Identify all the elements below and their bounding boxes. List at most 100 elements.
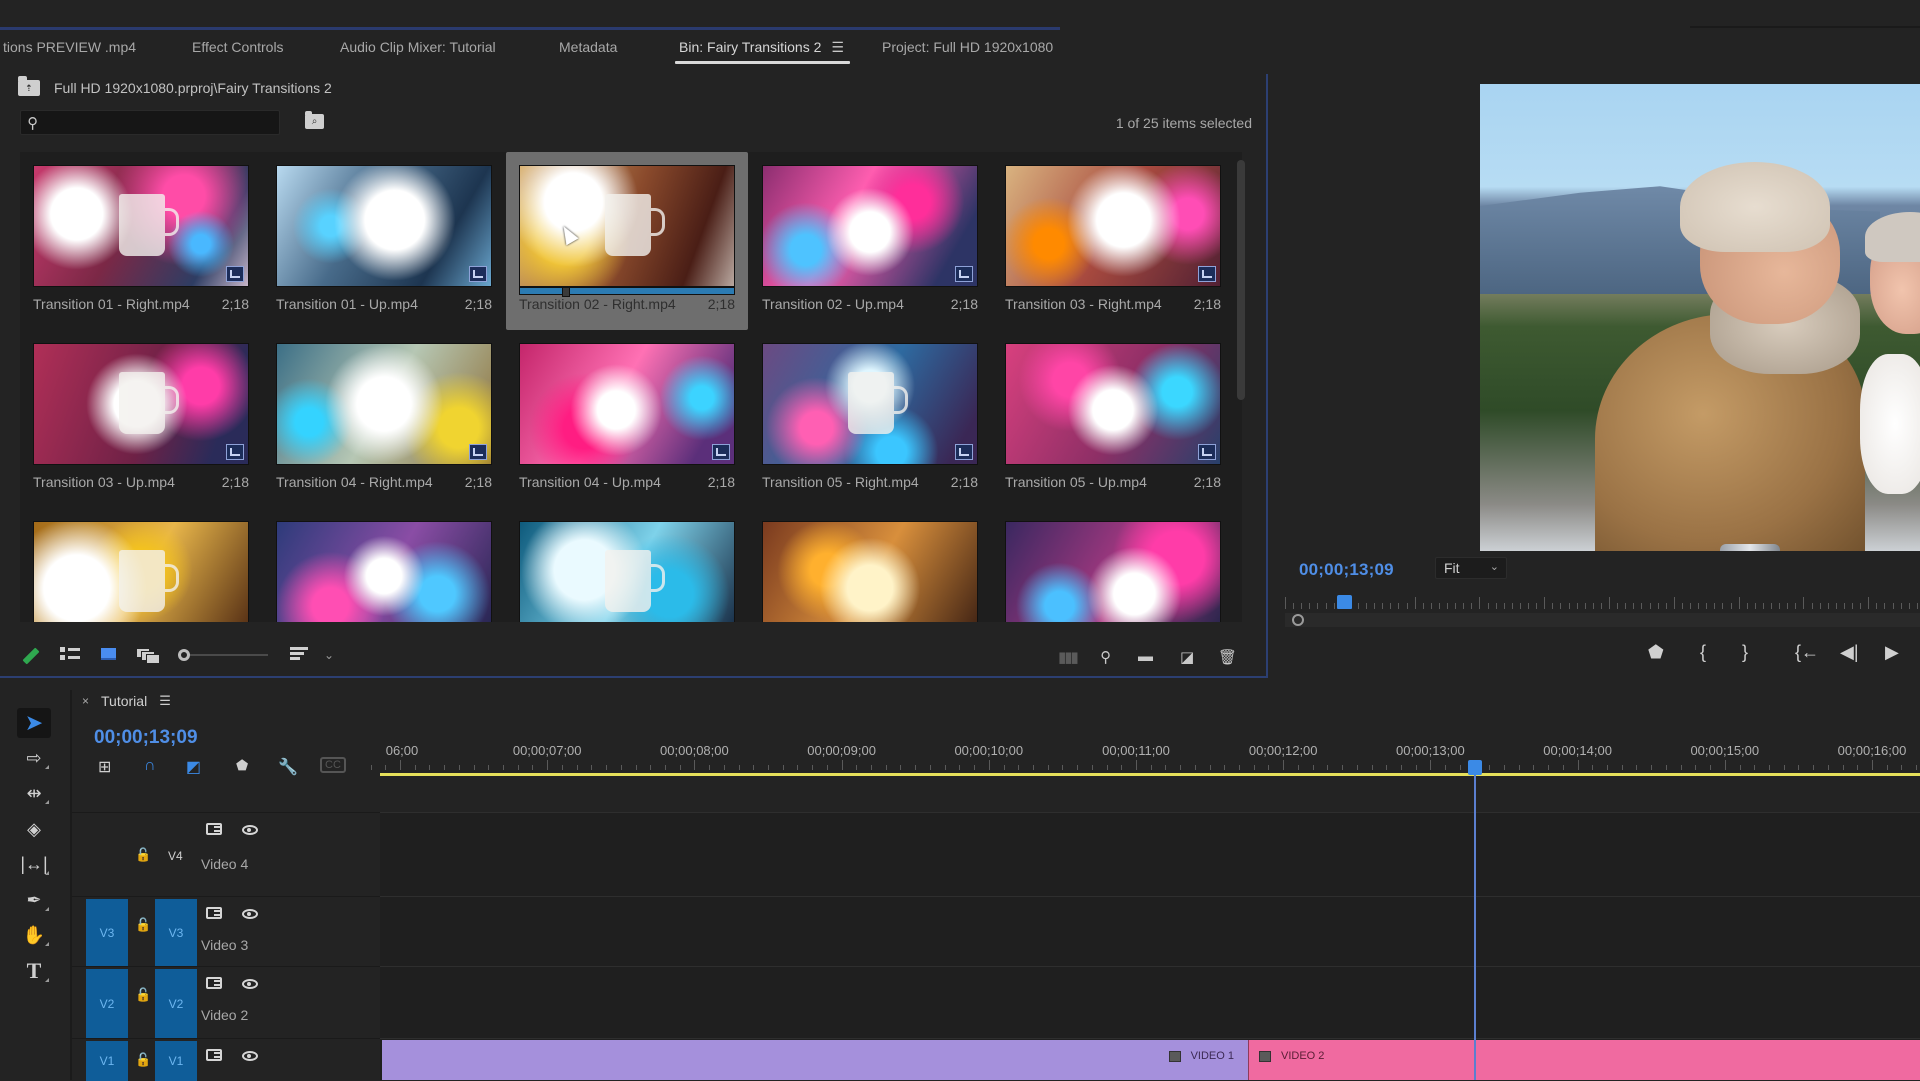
play-icon[interactable]: ▶ xyxy=(1885,642,1899,663)
zoom-level-select[interactable]: Fit ⌄ xyxy=(1435,557,1507,579)
clip-thumbnail[interactable] xyxy=(276,521,492,622)
bin-clip-tile[interactable]: Transition 01 - Up.mp4 2;18 xyxy=(263,152,505,330)
hand-tool-icon[interactable]: ✋ xyxy=(17,920,51,950)
tab-preview-clip[interactable]: tions PREVIEW .mp4 xyxy=(3,39,136,55)
timeline-clip[interactable]: VIDEO 1 xyxy=(382,1040,1248,1080)
clip-thumbnail[interactable] xyxy=(762,521,978,622)
source-patch[interactable]: V2 xyxy=(86,969,128,1039)
list-view-icon[interactable] xyxy=(60,647,80,661)
track-lock-icon[interactable]: 🔓 xyxy=(135,847,151,863)
bin-clip-tile[interactable]: Transition 05 - Right.mp4 2;18 xyxy=(749,330,991,508)
clip-thumbnail[interactable] xyxy=(33,343,249,465)
step-back-icon[interactable]: ◀| xyxy=(1840,642,1859,663)
clip-thumbnail[interactable] xyxy=(33,165,249,287)
tab-project[interactable]: Project: Full HD 1920x1080 xyxy=(882,39,1053,55)
source-patch[interactable]: V3 xyxy=(86,899,128,967)
clip-thumbnail[interactable] xyxy=(1005,343,1221,465)
close-icon[interactable]: × xyxy=(82,694,89,708)
selection-tool-icon[interactable]: ➤ xyxy=(17,708,51,738)
track-select-forward-tool-icon[interactable]: ⇨ xyxy=(17,743,51,773)
toggle-output-eye-icon[interactable] xyxy=(242,1051,258,1061)
track-lock-icon[interactable]: 🔓 xyxy=(135,1052,151,1068)
track-target-toggle[interactable]: V4 xyxy=(168,849,183,863)
toggle-output-eye-icon[interactable] xyxy=(242,909,258,919)
mark-in-icon[interactable]: { xyxy=(1700,642,1706,663)
hover-scrub-bar[interactable] xyxy=(519,287,735,297)
bin-folder-up-icon[interactable]: ⇡ xyxy=(18,76,40,96)
bin-clip-tile[interactable]: Transition 04 - Right.mp4 2;18 xyxy=(263,330,505,508)
program-timecode[interactable]: 00;00;13;09 xyxy=(1299,560,1394,580)
new-search-bin-icon[interactable]: ⌕ xyxy=(305,111,324,129)
slider-track[interactable] xyxy=(190,654,268,656)
track-lock-icon[interactable]: 🔓 xyxy=(135,917,151,933)
clip-thumbnail[interactable] xyxy=(276,343,492,465)
clip-thumbnail[interactable] xyxy=(519,521,735,622)
sequence-timecode[interactable]: 00;00;13;09 xyxy=(94,727,198,749)
bin-clip-tile[interactable]: Transition 02 - Right.mp4 2;18 xyxy=(506,152,748,330)
work-area-bar[interactable] xyxy=(380,773,1920,776)
bin-clip-tile[interactable]: Transition 03 - Right.mp4 2;18 xyxy=(992,152,1234,330)
trash-icon[interactable]: 🗑 xyxy=(1218,648,1237,666)
bin-clip-tile[interactable] xyxy=(749,508,991,622)
tab-metadata[interactable]: Metadata xyxy=(559,39,617,55)
pencil-icon[interactable] xyxy=(22,647,40,665)
clip-thumbnail[interactable] xyxy=(762,165,978,287)
toggle-sync-lock-icon[interactable] xyxy=(206,977,222,989)
sequence-tab[interactable]: × Tutorial ☰ xyxy=(82,693,171,709)
track-target-toggle[interactable]: V3 xyxy=(155,899,197,967)
bin-clip-tile[interactable] xyxy=(506,508,748,622)
type-tool-icon[interactable]: T xyxy=(17,956,51,986)
toggle-sync-lock-icon[interactable] xyxy=(206,1049,222,1061)
sort-icon[interactable] xyxy=(290,647,308,661)
pen-tool-icon[interactable]: ✒ xyxy=(17,885,51,915)
clip-thumbnail[interactable] xyxy=(519,343,735,465)
thumbnail-size-slider[interactable] xyxy=(178,649,268,663)
tab-bin-fairy-transitions[interactable]: Bin: Fairy Transitions 2 ☰ xyxy=(675,39,850,64)
bin-clip-tile[interactable]: Transition 04 - Up.mp4 2;18 xyxy=(506,330,748,508)
add-marker-icon[interactable]: ⬟ xyxy=(1648,642,1664,663)
icon-view-icon[interactable] xyxy=(101,648,116,660)
clip-thumbnail[interactable] xyxy=(519,165,735,287)
find-icon[interactable]: ⚲ xyxy=(1100,648,1111,666)
new-bin-icon[interactable]: ▬ xyxy=(1138,648,1153,665)
slider-handle[interactable] xyxy=(178,649,190,661)
track-lane[interactable] xyxy=(380,966,1920,1038)
scrollbar-handle[interactable] xyxy=(1292,614,1304,626)
track-lock-icon[interactable]: 🔓 xyxy=(135,987,151,1003)
linked-selection-icon[interactable]: ◩ xyxy=(186,757,201,777)
track-target-toggle[interactable]: V2 xyxy=(155,969,197,1039)
track-lane[interactable] xyxy=(380,896,1920,966)
panel-menu-icon[interactable]: ☰ xyxy=(159,693,171,709)
program-zoom-scrollbar[interactable] xyxy=(1285,613,1920,627)
bin-clip-tile[interactable]: Transition 02 - Up.mp4 2;18 xyxy=(749,152,991,330)
tab-audio-clip-mixer[interactable]: Audio Clip Mixer: Tutorial xyxy=(340,39,496,55)
captions-icon[interactable]: CC xyxy=(320,757,346,773)
sequence-playhead[interactable] xyxy=(1467,760,1482,775)
insert-nest-icon[interactable]: ⊞ xyxy=(98,757,111,777)
go-to-in-icon[interactable]: {← xyxy=(1795,642,1819,663)
razor-tool-icon[interactable]: ◈ xyxy=(17,814,51,844)
bin-clip-tile[interactable] xyxy=(263,508,505,622)
tab-effect-controls[interactable]: Effect Controls xyxy=(192,39,284,55)
clip-thumbnail[interactable] xyxy=(762,343,978,465)
clip-thumbnail[interactable] xyxy=(33,521,249,622)
toggle-output-eye-icon[interactable] xyxy=(242,825,258,835)
clip-thumbnail[interactable] xyxy=(1005,521,1221,622)
new-item-icon[interactable]: ◪ xyxy=(1180,648,1194,666)
add-marker-icon[interactable]: ⬟ xyxy=(236,757,248,774)
timeline-clip[interactable]: VIDEO 2 xyxy=(1248,1040,1920,1080)
bin-clip-tile[interactable]: Transition 03 - Up.mp4 2;18 xyxy=(20,330,262,508)
toggle-output-eye-icon[interactable] xyxy=(242,979,258,989)
bin-clip-tile[interactable] xyxy=(20,508,262,622)
program-playhead[interactable] xyxy=(1337,595,1353,609)
source-patch[interactable]: V1 xyxy=(86,1041,128,1081)
clip-thumbnail[interactable] xyxy=(1005,165,1221,287)
panel-menu-icon[interactable]: ☰ xyxy=(831,39,844,55)
bin-search-field[interactable]: ⚲ xyxy=(20,110,280,135)
mark-out-icon[interactable]: } xyxy=(1742,642,1748,663)
chevron-down-icon[interactable]: ⌄ xyxy=(324,648,334,662)
freeform-view-icon[interactable] xyxy=(136,648,160,664)
wrench-icon[interactable]: 🔧 xyxy=(278,757,298,777)
bin-clip-tile[interactable] xyxy=(992,508,1234,622)
slip-tool-icon[interactable]: |↔| xyxy=(17,849,51,879)
